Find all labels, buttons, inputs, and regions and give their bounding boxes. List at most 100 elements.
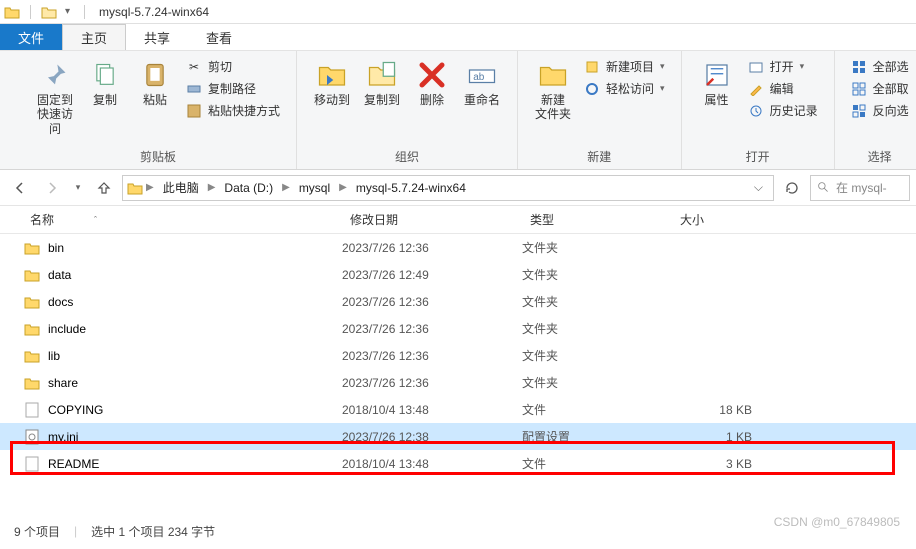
select-none-button[interactable]: 全部取: [847, 79, 913, 98]
edit-button[interactable]: 编辑: [744, 79, 822, 98]
group-clipboard: 固定到 快速访问 复制 粘贴 ✂剪切 复制路径 粘贴快捷方式 剪贴板: [20, 51, 297, 169]
copy-label: 复制: [93, 93, 117, 107]
delete-button[interactable]: 删除: [407, 55, 457, 111]
file-row[interactable]: COPYING2018/10/4 13:48文件18 KB: [0, 396, 916, 423]
cut-button[interactable]: ✂剪切: [182, 57, 284, 76]
file-row[interactable]: docs2023/7/26 12:36文件夹: [0, 288, 916, 315]
file-row[interactable]: include2023/7/26 12:36文件夹: [0, 315, 916, 342]
status-selection: 选中 1 个项目 234 字节: [91, 523, 215, 540]
open-button[interactable]: 打开▾: [744, 57, 822, 76]
select-all-button[interactable]: 全部选: [847, 57, 913, 76]
file-size: 3 KB: [672, 457, 772, 471]
history-button[interactable]: 历史记录: [744, 101, 822, 120]
paste-button[interactable]: 粘贴: [130, 55, 180, 111]
file-name: my.ini: [48, 430, 342, 444]
file-icon: [22, 455, 42, 473]
chevron-right-icon[interactable]: ▶: [338, 182, 348, 193]
chevron-right-icon[interactable]: ▶: [207, 182, 217, 193]
sort-indicator-icon: ˆ: [94, 215, 97, 225]
address-dropdown-icon[interactable]: ⌵: [748, 180, 769, 195]
crumb-this-pc[interactable]: 此电脑: [157, 177, 205, 198]
pin-icon: [39, 59, 71, 91]
new-item-button[interactable]: 新建项目▾: [580, 57, 669, 76]
crumb-drive[interactable]: Data (D:): [218, 179, 279, 197]
file-date: 2023/7/26 12:36: [342, 241, 522, 255]
header-type[interactable]: 类型: [522, 211, 672, 228]
file-date: 2023/7/26 12:36: [342, 376, 522, 390]
paste-shortcut-label: 粘贴快捷方式: [208, 102, 280, 119]
scissors-icon: ✂: [186, 59, 202, 75]
file-type: 文件: [522, 455, 672, 472]
group-left-edge: [0, 51, 20, 169]
search-input[interactable]: 在 mysql-: [810, 175, 910, 201]
paste-label: 粘贴: [143, 93, 167, 107]
chevron-icon: ▾: [660, 83, 665, 94]
breadcrumb[interactable]: ▶ 此电脑 ▶ Data (D:) ▶ mysql ▶ mysql-5.7.24…: [122, 175, 774, 201]
copy-to-button[interactable]: 复制到: [357, 55, 407, 111]
chevron-right-icon[interactable]: ▶: [281, 182, 291, 193]
file-date: 2018/10/4 13:48: [342, 403, 522, 417]
file-type: 文件夹: [522, 293, 672, 310]
header-name[interactable]: 名称 ˆ: [22, 211, 342, 228]
copy-path-label: 复制路径: [208, 80, 256, 97]
header-size[interactable]: 大小: [672, 211, 772, 228]
paste-shortcut-button[interactable]: 粘贴快捷方式: [182, 101, 284, 120]
refresh-button[interactable]: [778, 175, 806, 201]
crumb-folder-1[interactable]: mysql: [293, 179, 336, 197]
folder-icon: [22, 320, 42, 338]
file-name: lib: [48, 349, 342, 363]
group-new-label: 新建: [528, 146, 671, 167]
nav-forward-button[interactable]: [38, 175, 66, 201]
copy-path-button[interactable]: 复制路径: [182, 79, 284, 98]
title-bar: ▾ mysql-5.7.24-winx64: [0, 0, 916, 24]
status-count: 9 个项目: [14, 523, 60, 540]
folder-icon: [22, 293, 42, 311]
tab-view[interactable]: 查看: [188, 24, 250, 50]
new-folder-label: 新建 文件夹: [535, 93, 571, 122]
copy-icon: [89, 59, 121, 91]
move-to-button[interactable]: 移动到: [307, 55, 357, 111]
file-row[interactable]: bin2023/7/26 12:36文件夹: [0, 234, 916, 261]
nav-back-button[interactable]: [6, 175, 34, 201]
file-name: COPYING: [48, 403, 342, 417]
file-type: 文件夹: [522, 239, 672, 256]
file-type: 文件夹: [522, 374, 672, 391]
search-placeholder: 在 mysql-: [836, 179, 887, 196]
copy-button[interactable]: 复制: [80, 55, 130, 111]
nav-recent-button[interactable]: ▾: [70, 175, 86, 201]
properties-icon: [701, 59, 733, 91]
invert-selection-button[interactable]: 反向选: [847, 101, 913, 120]
watermark: CSDN @m0_67849805: [774, 515, 900, 529]
file-name: bin: [48, 241, 342, 255]
tab-home[interactable]: 主页: [62, 24, 126, 50]
tab-file[interactable]: 文件: [0, 24, 62, 50]
file-row[interactable]: README2018/10/4 13:48文件3 KB: [0, 450, 916, 477]
file-date: 2023/7/26 12:36: [342, 295, 522, 309]
header-name-label: 名称: [30, 211, 54, 228]
crumb-folder-2[interactable]: mysql-5.7.24-winx64: [350, 179, 472, 197]
window-title: mysql-5.7.24-winx64: [99, 5, 209, 19]
easy-access-button[interactable]: 轻松访问▾: [580, 79, 669, 98]
rename-button[interactable]: ab重命名: [457, 55, 507, 111]
properties-button[interactable]: 属性: [692, 55, 742, 111]
header-date[interactable]: 修改日期: [342, 211, 522, 228]
chevron-right-icon[interactable]: ▶: [145, 182, 155, 193]
move-to-label: 移动到: [314, 93, 350, 107]
group-organize: 移动到 复制到 删除 ab重命名 组织: [297, 51, 518, 169]
qat-dropdown-icon[interactable]: ▾: [61, 6, 74, 17]
tab-share[interactable]: 共享: [126, 24, 188, 50]
new-folder-button[interactable]: 新建 文件夹: [528, 55, 578, 126]
separator: [84, 5, 85, 19]
move-to-icon: [316, 59, 348, 91]
file-row[interactable]: lib2023/7/26 12:36文件夹: [0, 342, 916, 369]
file-name: data: [48, 268, 342, 282]
file-row[interactable]: my.ini2023/7/26 12:38配置设置1 KB: [0, 423, 916, 450]
nav-up-button[interactable]: [90, 175, 118, 201]
file-type: 文件: [522, 401, 672, 418]
pin-to-quick-access-button[interactable]: 固定到 快速访问: [30, 55, 80, 140]
new-item-label: 新建项目: [606, 58, 654, 75]
file-row[interactable]: data2023/7/26 12:49文件夹: [0, 261, 916, 288]
group-select-label: 选择: [845, 146, 915, 167]
folder-icon: [22, 347, 42, 365]
file-row[interactable]: share2023/7/26 12:36文件夹: [0, 369, 916, 396]
